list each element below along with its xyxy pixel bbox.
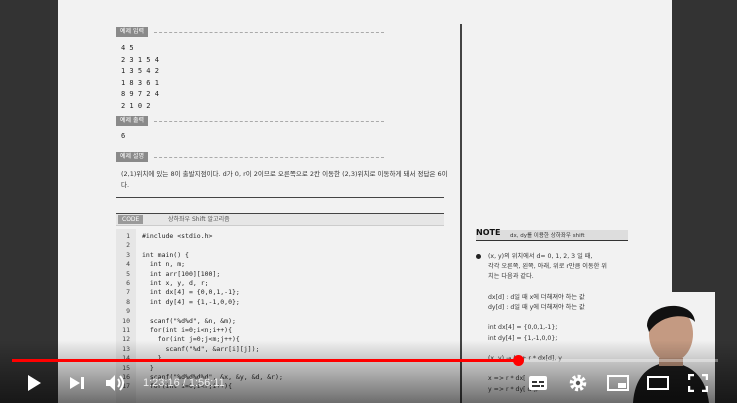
sample-input-label: 예제 입력 [116, 27, 148, 37]
play-button[interactable] [22, 371, 46, 395]
code-line-number: 9 [126, 307, 130, 316]
sample-input-line: 2 3 1 5 4 [121, 55, 159, 64]
bullet-icon [476, 254, 481, 259]
code-line: int n, m; [142, 260, 186, 269]
time-display: 1:23:16 / 1:56:11 [143, 377, 225, 389]
subtitles-button[interactable] [526, 371, 550, 395]
code-line: int dx[4] = {0,0,1,-1}; [142, 288, 240, 297]
section-rule [116, 197, 444, 198]
code-line-number: 10 [122, 316, 130, 325]
code-line-number: 11 [122, 326, 130, 334]
code-line-number: 2 [126, 241, 130, 250]
note-line: int dx[4] = {0,0,1,-1}; [488, 324, 558, 332]
code-line-number: 6 [126, 279, 130, 287]
note-header: NOTE dx, dy를 이용한 상하좌우 shift [476, 228, 628, 241]
code-title: 상하좌우 Shift 알고리즘 [168, 216, 230, 223]
settings-button[interactable] [566, 371, 590, 395]
note-line: (x, y)의 위치에서 d= 0, 1, 2, 3 일 때, [488, 253, 593, 260]
scrubber-handle[interactable] [512, 355, 524, 366]
note-line: 치는 다음과 같다. [488, 273, 534, 281]
code-header: CODE 상하좌우 Shift 알고리즘 [116, 213, 444, 226]
explanation-label: 예제 설명 [116, 152, 148, 162]
note-title: NOTE [476, 228, 501, 237]
note-line: dy[d] : d일 때 y에 더해져야 하는 값 [488, 304, 585, 311]
sample-input-line: 8 9 7 2 4 [121, 90, 159, 99]
settings-icon [569, 374, 587, 392]
code-line: int arr[100][100]; [142, 269, 221, 278]
sample-input-line: 1 8 3 6 1 [121, 78, 159, 87]
sample-output-value: 6 [121, 132, 126, 140]
theater-icon [647, 376, 669, 390]
code-line: int x, y, d, r; [142, 279, 209, 287]
theater-mode-button[interactable] [646, 371, 670, 395]
code-line-number: 4 [126, 260, 130, 269]
miniplayer-button[interactable] [606, 371, 630, 395]
note-line: 각각 오른쪽, 왼쪽, 아래, 위로 r만큼 이동한 위 [488, 263, 607, 271]
sample-input-line: 4 5 [121, 44, 134, 52]
progress-played [12, 359, 518, 362]
code-line: int main() { [142, 250, 189, 259]
code-line: #include <stdio.h> [142, 232, 213, 240]
code-line-number: 3 [126, 250, 130, 259]
code-label: CODE [118, 215, 144, 224]
code-line-number: 1 [126, 232, 130, 240]
sample-input-block: 4 5 2 3 1 5 4 1 3 5 4 2 1 8 3 6 1 8 9 7 2 4 2… [121, 43, 159, 113]
next-icon [70, 377, 84, 389]
fullscreen-button[interactable] [686, 371, 710, 395]
divider [154, 157, 384, 158]
sample-output-label: 예제 출력 [116, 116, 148, 126]
code-line-number: 8 [126, 297, 130, 306]
code-line-number: 7 [126, 288, 130, 297]
divider [154, 121, 384, 122]
code-line: scanf("%d%d", &n, &m); [142, 316, 236, 325]
fullscreen-icon [688, 374, 708, 392]
sample-input-line: 2 1 0 2 [121, 101, 151, 110]
sample-input-line: 1 3 5 4 2 [121, 67, 159, 76]
note-line: dx[d] : d일 때 x에 더해져야 하는 값 [488, 293, 585, 301]
play-icon [28, 375, 41, 391]
code-line: int dy[4] = {1,-1,0,0}; [142, 297, 240, 306]
next-button[interactable] [65, 371, 89, 395]
video-player[interactable]: 예제 입력 4 5 2 3 1 5 4 1 3 5 4 2 1 8 3 6 1 8 9 … [0, 0, 737, 403]
volume-icon [106, 375, 124, 391]
progress-bar[interactable] [12, 355, 718, 366]
subtitles-icon [529, 376, 547, 390]
divider [154, 32, 384, 33]
code-line: for(int i=0;i<n;i++){ [142, 326, 233, 334]
note-subtitle: dx, dy를 이용한 상하좌우 shift [510, 233, 585, 239]
miniplayer-icon [607, 375, 629, 391]
mute-button[interactable] [104, 371, 128, 395]
code-line-number: 5 [126, 269, 130, 278]
explanation-text: (2,1)위치에 있는 8이 출발지점이다. d가 0, r이 2이므로 오른쪽… [121, 170, 448, 189]
